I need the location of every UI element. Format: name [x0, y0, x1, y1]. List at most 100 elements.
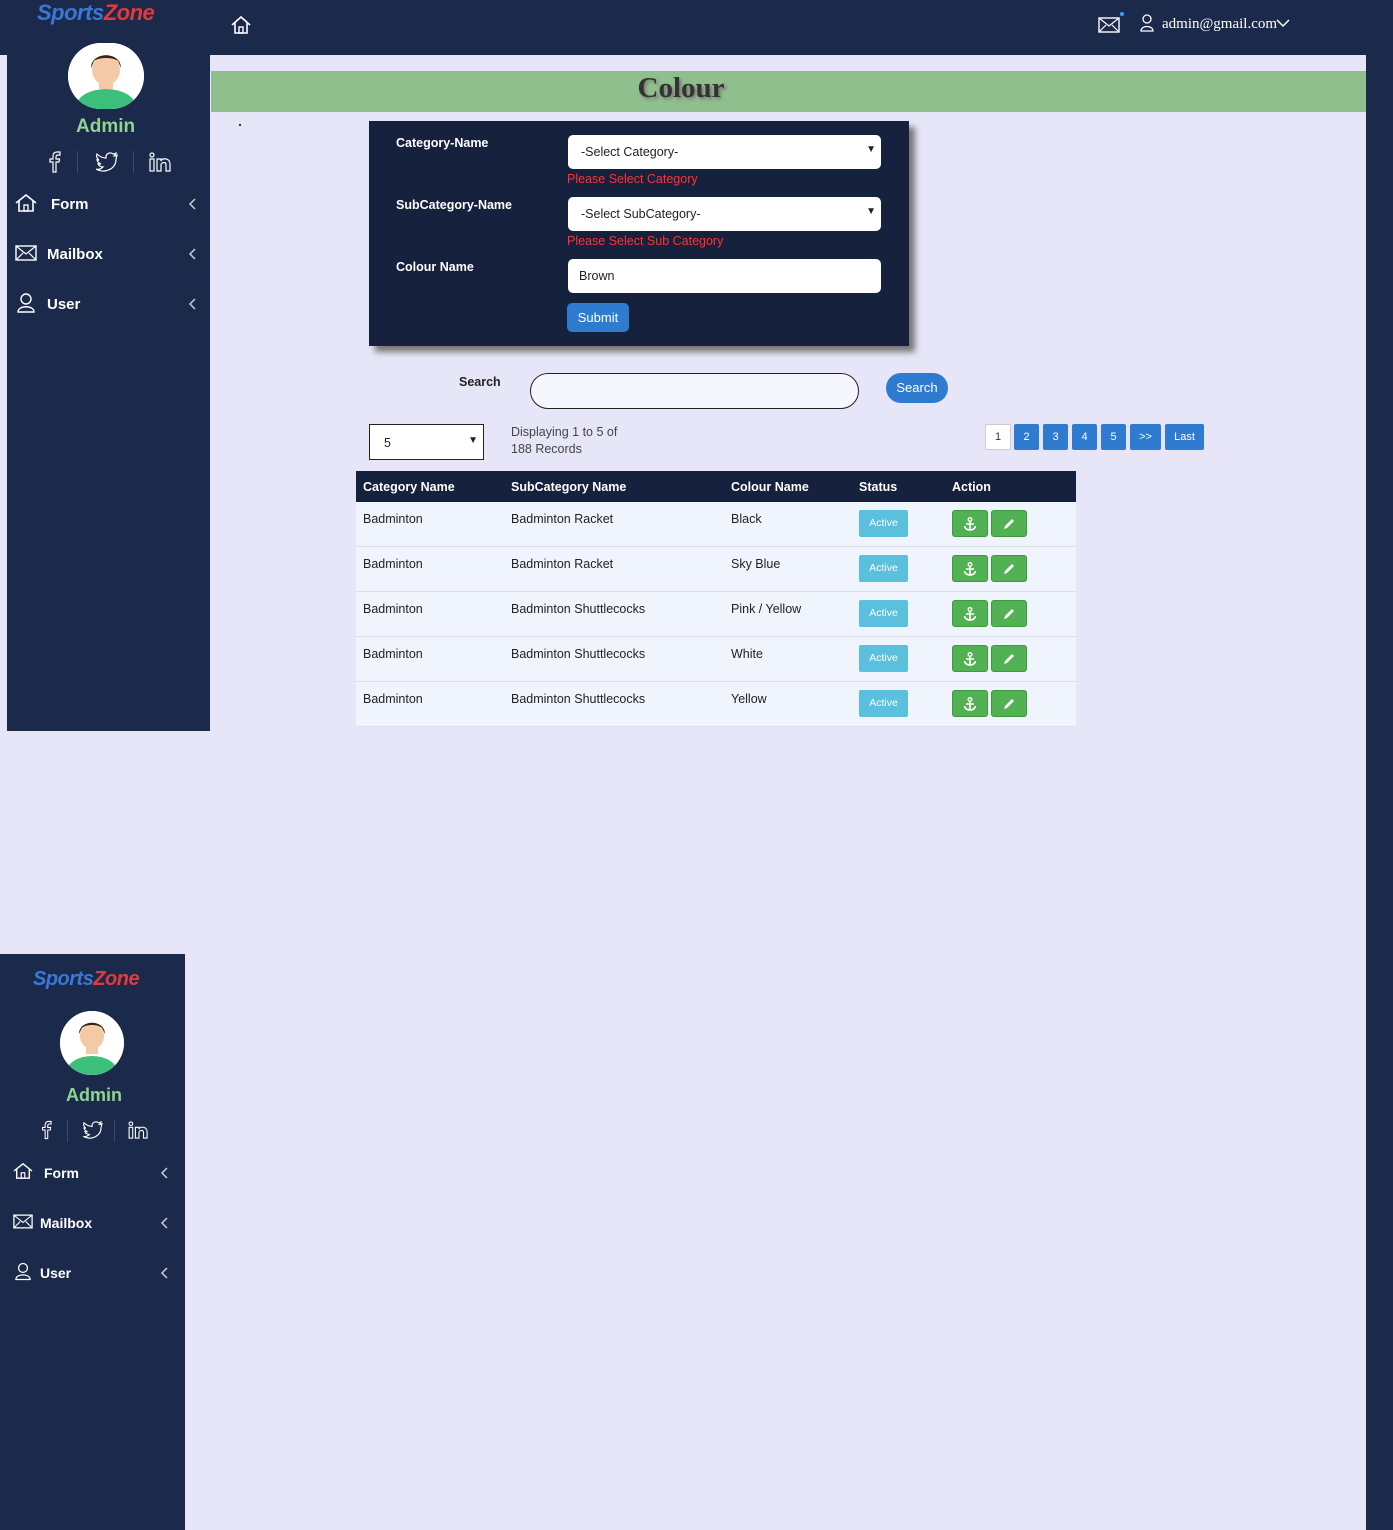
cell-subcategory: Badminton Shuttlecocks	[511, 692, 646, 706]
mail-icon[interactable]	[1098, 16, 1120, 34]
submit-button[interactable]: Submit	[567, 303, 629, 332]
table-row: Badminton Badminton Racket Sky Blue Acti…	[356, 547, 1076, 592]
colour-name-label: Colour Name	[396, 260, 474, 274]
page-title: Colour	[637, 72, 725, 104]
chevron-left-icon	[188, 198, 196, 210]
edit-button[interactable]	[991, 645, 1027, 672]
category-select[interactable]: -Select Category- ▼	[568, 135, 881, 169]
status-button[interactable]: Active	[859, 690, 908, 717]
mail-icon	[13, 1214, 33, 1229]
anchor-button[interactable]	[952, 690, 988, 717]
chevron-left-icon	[160, 1267, 168, 1279]
sidebar-item-label: Form	[44, 1165, 79, 1181]
page-size-select[interactable]: 5 ▼	[369, 424, 484, 460]
anchor-icon	[963, 652, 977, 666]
stray-dot	[239, 124, 241, 126]
anchor-button[interactable]	[952, 600, 988, 627]
subcategory-select-value: -Select SubCategory-	[581, 207, 701, 221]
pencil-icon	[1004, 564, 1014, 574]
anchor-button[interactable]	[952, 510, 988, 537]
avatar	[60, 1011, 124, 1075]
sidebar-item-label: Mailbox	[40, 1215, 93, 1231]
admin-label: Admin	[76, 116, 136, 137]
status-button[interactable]: Active	[859, 555, 908, 582]
anchor-icon	[963, 607, 977, 621]
sportszone-logo: SportsZone	[33, 968, 140, 990]
edit-button[interactable]	[991, 600, 1027, 627]
avatar	[68, 43, 144, 109]
next-pages-button[interactable]: >>	[1130, 424, 1161, 450]
page-2-button[interactable]: 2	[1014, 424, 1039, 450]
facebook-icon[interactable]	[40, 1120, 52, 1140]
cell-category: Badminton	[363, 692, 423, 706]
page-3-button[interactable]: 3	[1043, 424, 1068, 450]
sidebar-item-user[interactable]: User	[15, 293, 200, 317]
edit-button[interactable]	[991, 510, 1027, 537]
page-4-button[interactable]: 4	[1072, 424, 1097, 450]
page-header-band: Colour	[211, 71, 1366, 112]
mail-icon	[15, 245, 37, 261]
chevron-down-icon[interactable]	[1276, 17, 1290, 29]
facebook-icon[interactable]	[47, 151, 61, 173]
linkedin-icon[interactable]	[128, 1121, 150, 1139]
sidebar-item-form[interactable]: Form	[13, 1162, 173, 1186]
cell-colour: Pink / Yellow	[731, 602, 802, 616]
edit-button[interactable]	[991, 555, 1027, 582]
chevron-left-icon	[160, 1217, 168, 1229]
cell-category: Badminton	[363, 602, 423, 616]
search-input[interactable]	[530, 373, 859, 409]
sportszone-logo: SportsZone	[37, 0, 155, 25]
edit-button[interactable]	[991, 690, 1027, 717]
colour-name-input[interactable]: Brown	[568, 259, 881, 293]
status-button[interactable]: Active	[859, 645, 908, 672]
category-error: Please Select Category	[567, 172, 698, 186]
right-edge-strip	[1366, 0, 1393, 1530]
status-button[interactable]: Active	[859, 600, 908, 627]
page-5-button[interactable]: 5	[1101, 424, 1126, 450]
cell-colour: Yellow	[731, 692, 767, 706]
twitter-icon[interactable]	[95, 152, 119, 172]
anchor-button[interactable]	[952, 645, 988, 672]
anchor-icon	[963, 697, 977, 711]
cell-subcategory: Badminton Shuttlecocks	[511, 647, 646, 661]
admin-label: Admin	[66, 1085, 122, 1105]
anchor-button[interactable]	[952, 555, 988, 582]
records-info-line2: 188 Records	[511, 442, 582, 456]
home-icon[interactable]	[230, 14, 252, 36]
user-icon	[15, 1262, 31, 1281]
divider	[67, 1120, 68, 1142]
header-action: Action	[952, 480, 991, 494]
chevron-left-icon	[160, 1167, 168, 1179]
user-icon[interactable]	[1140, 14, 1154, 32]
sidebar-item-user[interactable]: User	[13, 1262, 173, 1286]
anchor-icon	[963, 517, 977, 531]
chevron-left-icon	[188, 248, 196, 260]
category-label: Category-Name	[396, 136, 489, 150]
header-category: Category Name	[363, 480, 455, 494]
sidebar-item-form[interactable]: Form	[15, 193, 200, 217]
cell-category: Badminton	[363, 647, 423, 661]
linkedin-icon[interactable]	[149, 152, 173, 172]
sidebar-item-mailbox[interactable]: Mailbox	[13, 1212, 173, 1236]
caret-down-icon: ▼	[468, 435, 478, 446]
sidebar-item-label: User	[47, 296, 81, 313]
user-icon	[17, 293, 35, 313]
divider	[114, 1120, 115, 1142]
cell-category: Badminton	[363, 557, 423, 571]
cell-subcategory: Badminton Racket	[511, 557, 614, 571]
home-icon	[15, 193, 37, 212]
status-button[interactable]: Active	[859, 510, 908, 537]
table-row: Badminton Badminton Shuttlecocks Yellow …	[356, 682, 1076, 727]
search-button[interactable]: Search	[886, 373, 948, 403]
subcategory-select[interactable]: -Select SubCategory- ▼	[568, 197, 881, 231]
twitter-icon[interactable]	[82, 1121, 104, 1139]
pencil-icon	[1004, 654, 1014, 664]
cell-colour: Black	[731, 512, 762, 526]
records-info-line1: Displaying 1 to 5 of	[511, 425, 618, 439]
colour-name-value: Brown	[579, 269, 615, 283]
user-email[interactable]: admin@gmail.com	[1162, 16, 1277, 33]
sidebar-item-mailbox[interactable]: Mailbox	[15, 243, 200, 267]
divider	[133, 151, 134, 173]
last-page-button[interactable]: Last	[1165, 424, 1204, 450]
page-1-button[interactable]: 1	[985, 424, 1011, 450]
